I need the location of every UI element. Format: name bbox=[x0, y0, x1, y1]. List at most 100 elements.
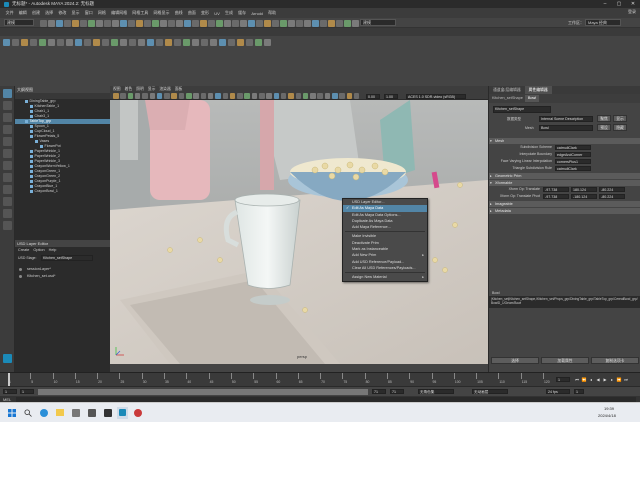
status-tool-icon[interactable] bbox=[208, 19, 215, 27]
status-tool-icon[interactable] bbox=[88, 19, 95, 27]
shelf-tool-icon[interactable] bbox=[210, 38, 217, 46]
mesh-name-field[interactable]: Bowl bbox=[539, 125, 593, 131]
shelf-tool-icon[interactable] bbox=[264, 38, 271, 46]
status-tool-icon[interactable] bbox=[56, 19, 63, 27]
viewport-tool-icon[interactable] bbox=[346, 93, 353, 99]
scale-tool-icon[interactable] bbox=[3, 149, 12, 158]
viewport-menu-item[interactable]: 着色 bbox=[125, 86, 133, 92]
attr-panel-tab[interactable]: 属性编辑器 bbox=[524, 86, 552, 94]
usd-menu-item[interactable]: Create bbox=[18, 247, 29, 254]
shelf-tool-icon[interactable] bbox=[93, 38, 100, 46]
menu-item[interactable]: 创建 bbox=[29, 10, 42, 16]
attr-number-field[interactable]: -180.124 bbox=[571, 194, 597, 199]
menu-item[interactable]: 网格工具 bbox=[130, 10, 151, 16]
go-end-icon[interactable]: ⏭ bbox=[623, 376, 629, 383]
windows-start-icon[interactable] bbox=[8, 409, 16, 417]
status-tool-icon[interactable] bbox=[176, 19, 183, 27]
viewport-tool-icon[interactable] bbox=[142, 93, 148, 99]
gamma-field[interactable]: 1.00 bbox=[384, 94, 398, 99]
show-button[interactable]: 显示 bbox=[613, 115, 627, 122]
app-icon[interactable] bbox=[72, 409, 80, 417]
status-tool-icon[interactable] bbox=[288, 19, 295, 27]
viewport-tool-icon[interactable] bbox=[332, 93, 338, 99]
status-tool-icon[interactable] bbox=[304, 19, 311, 27]
exposure-field[interactable]: 0.00 bbox=[366, 94, 380, 99]
status-tool-icon[interactable] bbox=[248, 19, 255, 27]
file-explorer-icon[interactable] bbox=[56, 409, 64, 416]
step-back-icon[interactable]: ◂ bbox=[588, 376, 594, 383]
node-name-field[interactable]: Kitchen_setShape bbox=[493, 106, 551, 113]
minimize-icon[interactable]: – bbox=[598, 0, 612, 8]
attr-number-field[interactable]: 180.124 bbox=[571, 187, 597, 192]
attr-bottom-button[interactable]: 加载属性 bbox=[541, 357, 589, 364]
viewport-tool-icon[interactable] bbox=[127, 93, 134, 99]
shelf-tool-icon[interactable] bbox=[30, 38, 37, 46]
range-slider-bar[interactable] bbox=[38, 389, 368, 395]
attr-number-field[interactable]: -97.738 bbox=[543, 187, 569, 192]
shelf-tool-icon[interactable] bbox=[237, 38, 244, 46]
menu-item[interactable]: 变形 bbox=[198, 10, 211, 16]
status-tool-icon[interactable] bbox=[80, 19, 87, 27]
step-forward-icon[interactable]: ▸ bbox=[609, 376, 615, 383]
colorspace-dropdown[interactable]: ACES 1.0 SDR-video (sRGB) bbox=[406, 94, 466, 99]
attr-bottom-button[interactable]: 复制选项卡 bbox=[591, 357, 639, 364]
status-tool-icon[interactable] bbox=[72, 19, 79, 27]
play-forward-icon[interactable]: ▶ bbox=[602, 376, 608, 383]
viewport-tool-icon[interactable] bbox=[200, 93, 207, 99]
shelf-tool-icon[interactable] bbox=[183, 38, 190, 46]
viewport-menu-item[interactable]: 视图 bbox=[113, 86, 121, 92]
status-tool-icon[interactable] bbox=[96, 19, 103, 27]
range-end-field[interactable]: 71 bbox=[390, 389, 404, 394]
live-surface-dropdown[interactable]: 建模 bbox=[360, 19, 396, 26]
viewport-tool-icon[interactable] bbox=[229, 93, 236, 99]
shelf-tool-icon[interactable] bbox=[219, 38, 226, 46]
maya-taskbar-button[interactable] bbox=[117, 407, 128, 419]
node-tab-stage[interactable]: Kitchen_setShape bbox=[492, 95, 523, 102]
menu-item[interactable]: 编辑网格 bbox=[109, 10, 130, 16]
shelf-tool-icon[interactable] bbox=[255, 38, 262, 46]
shelf-tool-icon[interactable] bbox=[165, 38, 172, 46]
viewport-tool-icon[interactable] bbox=[120, 93, 126, 99]
status-tool-icon[interactable] bbox=[336, 19, 343, 27]
status-tool-icon[interactable] bbox=[128, 19, 135, 27]
viewport-tool-icon[interactable] bbox=[156, 93, 163, 99]
status-tool-icon[interactable] bbox=[152, 19, 159, 27]
shelf-tool-icon[interactable] bbox=[156, 38, 163, 46]
viewport-tool-icon[interactable] bbox=[295, 93, 301, 99]
status-tool-icon[interactable] bbox=[224, 19, 231, 27]
status-tool-icon[interactable] bbox=[120, 19, 127, 27]
status-tool-icon[interactable] bbox=[272, 19, 279, 27]
shelf-tool-icon[interactable] bbox=[174, 38, 181, 46]
viewport-tool-icon[interactable] bbox=[339, 93, 345, 99]
search-icon[interactable] bbox=[24, 409, 32, 417]
workspace-dropdown[interactable]: Maya 经典 bbox=[585, 19, 621, 26]
status-tool-icon[interactable] bbox=[200, 19, 207, 27]
focus-button[interactable]: 聚焦 bbox=[597, 115, 611, 122]
attr-dropdown[interactable]: edgeAndCorner bbox=[555, 152, 591, 157]
lasso-tool-icon[interactable] bbox=[3, 101, 12, 110]
viewport-tool-icon[interactable] bbox=[280, 93, 287, 99]
status-tool-icon[interactable] bbox=[144, 19, 151, 27]
attr-dropdown[interactable]: catmullClark bbox=[555, 166, 591, 171]
shelf-tool-icon[interactable] bbox=[111, 38, 118, 46]
shelf-tool-icon[interactable] bbox=[57, 38, 64, 46]
hide-button[interactable]: 隐藏 bbox=[613, 124, 627, 131]
attr-section-header[interactable]: Geometric Prim bbox=[489, 173, 640, 179]
layout-four-icon[interactable] bbox=[3, 185, 12, 194]
viewport-tool-icon[interactable] bbox=[310, 93, 316, 99]
viewport-tool-icon[interactable] bbox=[251, 93, 258, 99]
context-menu-item[interactable]: Add Maya Reference... bbox=[343, 224, 427, 230]
time-slider[interactable]: 1510152025303540455055606570758085909510… bbox=[0, 372, 640, 387]
shelf-tool-icon[interactable] bbox=[75, 38, 82, 46]
menu-item[interactable]: 修改 bbox=[56, 10, 69, 16]
viewport-tool-icon[interactable] bbox=[324, 93, 331, 99]
status-tool-icon[interactable] bbox=[104, 19, 111, 27]
viewport-tool-icon[interactable] bbox=[178, 93, 185, 99]
shelf-tool-icon[interactable] bbox=[228, 38, 235, 46]
go-start-icon[interactable]: ⏮ bbox=[574, 376, 580, 383]
shelf-tool-icon[interactable] bbox=[201, 38, 208, 46]
status-tool-icon[interactable] bbox=[296, 19, 303, 27]
menu-item[interactable]: 网格显示 bbox=[151, 10, 172, 16]
status-tool-icon[interactable] bbox=[280, 19, 287, 27]
signin-link[interactable]: 登录 bbox=[628, 9, 636, 15]
